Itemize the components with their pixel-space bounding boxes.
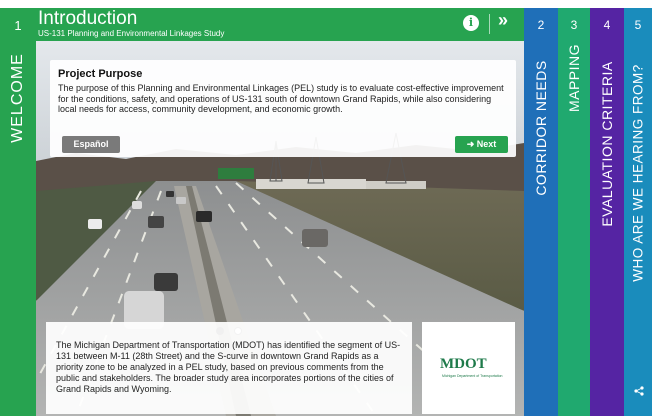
tab-corridor-needs[interactable]: 2 CORRIDOR NEEDS — [524, 8, 558, 416]
tab-evaluation-criteria[interactable]: 4 EVALUATION CRITERIA — [590, 8, 624, 416]
tab-corridor-needs-number: 2 — [537, 18, 545, 32]
project-purpose-heading: Project Purpose — [58, 68, 143, 80]
tab-who-are-we-hearing-from[interactable]: 5 WHO ARE WE HEARING FROM? — [624, 8, 652, 416]
tab-corridor-needs-label: CORRIDOR NEEDS — [533, 60, 549, 196]
mdot-logo: MDOT — [440, 356, 487, 372]
tab-mapping-number: 3 — [570, 18, 578, 32]
next-button[interactable]: ➜ Next — [455, 136, 508, 153]
share-icon[interactable] — [634, 386, 644, 396]
espanol-button[interactable]: Español — [62, 136, 120, 153]
tab-welcome-label: WELCOME — [9, 53, 26, 143]
header-bar: Introduction US-131 Planning and Environ… — [36, 8, 524, 41]
tab-mapping-label: MAPPING — [566, 43, 582, 113]
header-divider — [489, 14, 490, 34]
app-root: 1 WELCOME Introduction US-131 Planning a… — [0, 0, 652, 416]
double-chevron-right-icon[interactable]: » — [498, 10, 508, 31]
mdot-logo-card: MDOT Michigan Department of Transportati… — [422, 322, 515, 414]
project-purpose-text: The purpose of this Planning and Environ… — [58, 83, 504, 114]
tab-mapping[interactable]: 3 MAPPING — [558, 8, 590, 416]
mdot-logo-subtext: Michigan Department of Transportation — [442, 374, 503, 378]
tab-evaluation-criteria-label: EVALUATION CRITERIA — [599, 61, 615, 227]
tab-welcome[interactable]: 1 WELCOME — [0, 8, 36, 416]
tab-who-are-we-hearing-from-number: 5 — [634, 18, 642, 32]
tab-welcome-number: 1 — [14, 18, 22, 33]
mdot-info-card: The Michigan Department of Transportatio… — [46, 322, 412, 414]
tab-evaluation-criteria-number: 4 — [603, 18, 611, 32]
mdot-info-text: The Michigan Department of Transportatio… — [56, 340, 401, 394]
info-icon[interactable]: i — [463, 15, 479, 31]
page-subtitle: US-131 Planning and Environmental Linkag… — [38, 29, 225, 38]
tab-who-are-we-hearing-from-label: WHO ARE WE HEARING FROM? — [630, 64, 646, 282]
main-panel: Introduction US-131 Planning and Environ… — [36, 8, 524, 416]
page-title: Introduction — [38, 8, 138, 29]
